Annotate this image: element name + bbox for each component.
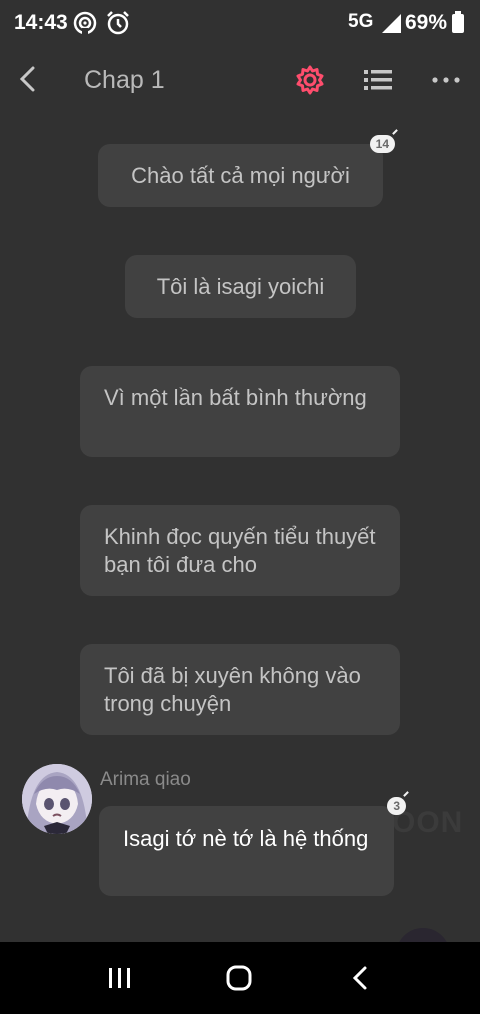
more-icon — [432, 77, 460, 83]
list-icon — [364, 70, 392, 90]
settings-icon — [296, 65, 324, 95]
signal-icon — [380, 12, 402, 40]
chapter-list-button[interactable] — [362, 64, 394, 96]
network-label: 5G — [348, 11, 374, 32]
character-avatar[interactable] — [22, 764, 92, 834]
narration-bubble[interactable]: Tôi là isagi yoichi — [125, 255, 356, 318]
narration-text: Chào tất cả mọi người — [131, 162, 350, 188]
narration-text: Khinh đọc quyến tiểu thuyết bạn tôi đưa … — [104, 524, 376, 577]
home-icon — [226, 965, 252, 991]
narration-bubble[interactable]: Chào tất cả mọi người 14 — [98, 135, 395, 207]
recent-apps-icon — [109, 968, 130, 988]
back-icon — [19, 66, 35, 92]
battery-icon — [451, 11, 465, 39]
speech-text: Isagi tớ nè tớ là hệ thống — [123, 826, 369, 851]
nav-back-icon — [352, 966, 367, 990]
system-nav-bar — [0, 942, 480, 1014]
comment-count-badge[interactable]: 3 — [387, 797, 406, 815]
narration-bubble[interactable]: Vì một lần bất bình thường — [80, 366, 400, 457]
alarm-icon — [106, 10, 130, 42]
settings-button[interactable] — [294, 64, 326, 96]
nav-back-button[interactable] — [340, 960, 380, 996]
narration-text: Tôi đã bị xuyên không vào trong chuyện — [104, 663, 361, 716]
comment-count-badge[interactable]: 14 — [369, 135, 395, 153]
narration-bubble[interactable]: Khinh đọc quyến tiểu thuyết bạn tôi đưa … — [80, 505, 400, 596]
back-button[interactable] — [12, 60, 42, 98]
narration-text: Vì một lần bất bình thường — [104, 385, 367, 410]
status-time: 14:43 — [14, 11, 68, 34]
status-bar: 14:43 5G 69% — [0, 0, 480, 46]
chapter-title: Chap 1 — [84, 66, 165, 94]
app-header: Chap 1 — [0, 46, 480, 116]
recent-apps-button[interactable] — [100, 960, 140, 996]
home-button[interactable] — [219, 960, 259, 996]
battery-percent: 69% — [405, 11, 448, 34]
hotspot-icon — [72, 10, 98, 42]
more-button[interactable] — [430, 64, 462, 96]
character-name: Arima qiao — [100, 769, 191, 790]
character-speech-bubble[interactable]: Isagi tớ nè tớ là hệ thống 3 — [99, 797, 406, 896]
narration-bubble[interactable]: Tôi đã bị xuyên không vào trong chuyện — [80, 644, 400, 735]
narration-text: Tôi là isagi yoichi — [156, 273, 325, 299]
